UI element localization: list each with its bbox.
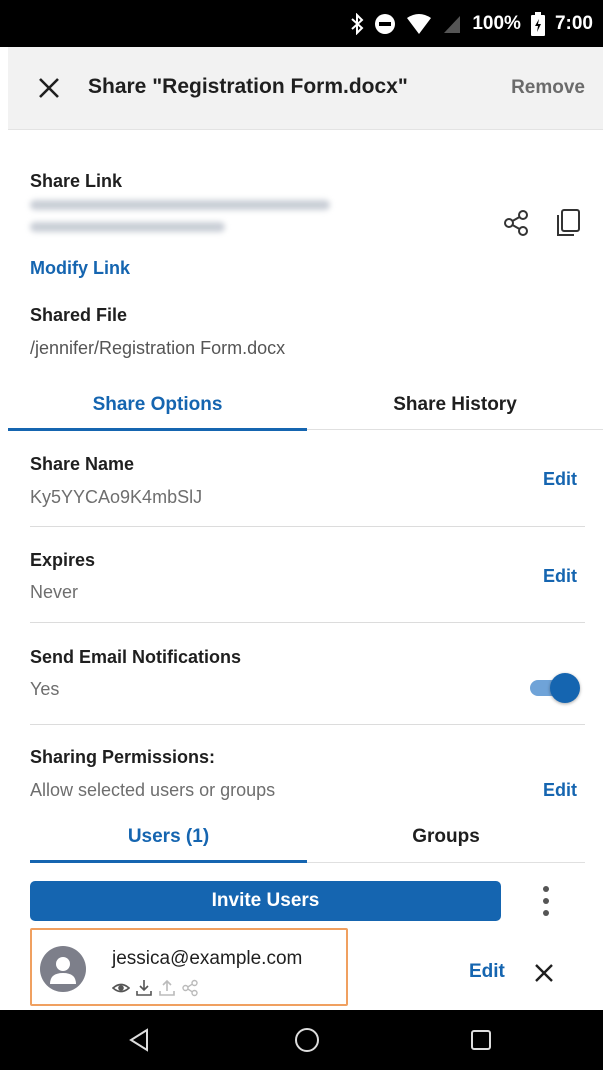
expires-edit-button[interactable]: Edit [543,566,577,587]
copy-icon[interactable] [555,208,581,238]
navigation-bar [0,1010,603,1070]
bluetooth-icon [351,12,364,35]
email-notifications-toggle[interactable] [528,673,580,703]
status-bar: 100% 7:00 [0,0,603,47]
divider [30,724,585,725]
signal-icon [444,15,461,33]
share-icon [182,979,198,997]
remove-user-icon[interactable] [533,962,555,984]
permission-tabs: Users (1) Groups [30,813,585,863]
page-title: Share "Registration Form.docx" [88,75,408,98]
tab-groups[interactable]: Groups [307,813,585,861]
share-tabs: Share Options Share History [8,380,603,430]
user-email: jessica@example.com [112,948,303,969]
app-header: Share "Registration Form.docx" Remove [8,47,603,130]
share-link-label: Share Link [30,171,123,191]
invite-users-button[interactable]: Invite Users [30,881,501,921]
toggle-thumb [550,673,580,703]
avatar [40,946,86,992]
sharing-permissions-edit-button[interactable]: Edit [543,780,577,801]
home-icon[interactable] [287,1020,327,1060]
eye-icon [112,983,130,993]
upload-icon [159,979,175,996]
user-edit-button[interactable]: Edit [469,961,505,983]
email-notifications-label: Send Email Notifications [30,647,242,667]
tab-share-history[interactable]: Share History [307,380,603,430]
share-name-edit-button[interactable]: Edit [543,469,577,490]
shared-file-path: /jennifer/Registration Form.docx [30,338,286,358]
expires-value: Never [30,582,79,602]
sharing-permissions-value: Allow selected users or groups [30,780,276,800]
clock: 7:00 [554,12,593,34]
share-name-value: Ky5YYCAo9K4mbSlJ [30,487,203,507]
close-icon[interactable] [36,75,62,101]
modify-link-button[interactable]: Modify Link [30,258,130,279]
wifi-icon [407,13,432,34]
active-tab-indicator [8,428,307,431]
user-permission-icons [112,978,199,998]
share-icon[interactable] [502,209,530,237]
shared-file-label: Shared File [30,305,128,325]
download-icon [136,980,152,996]
more-options-icon[interactable] [536,884,556,918]
expires-label: Expires [30,550,96,570]
do-not-disturb-icon [375,13,396,34]
back-icon[interactable] [119,1020,159,1060]
tab-share-options[interactable]: Share Options [8,380,307,430]
battery-icon [530,11,545,36]
share-name-label: Share Name [30,454,135,474]
divider [30,622,585,623]
share-link-url-redacted [30,200,340,250]
battery-percent: 100% [472,12,521,34]
recents-icon[interactable] [461,1020,501,1060]
tab-users[interactable]: Users (1) [30,813,307,861]
sharing-permissions-label: Sharing Permissions: [30,747,216,767]
active-subtab-indicator [30,860,307,863]
email-notifications-value: Yes [30,679,60,699]
divider [30,526,585,527]
person-icon [50,957,76,984]
remove-button[interactable]: Remove [511,77,585,99]
